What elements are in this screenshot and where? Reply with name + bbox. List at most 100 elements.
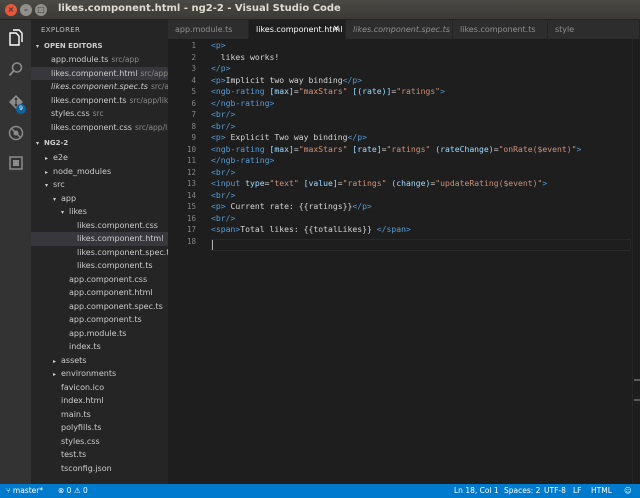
- tab-label: likes.component.ts: [460, 25, 536, 34]
- code-line[interactable]: <p>Implicit two way binding</p>: [211, 75, 362, 85]
- branch-icon: ⑂: [6, 486, 13, 495]
- code-line[interactable]: <ngb-rating [max]="maxStars" [rate]="rat…: [211, 144, 581, 154]
- code-line[interactable]: <br/>: [211, 121, 235, 131]
- open-editors-header[interactable]: ▾ OPEN EDITORS: [31, 39, 168, 53]
- tree-file[interactable]: app.component.css: [31, 273, 168, 287]
- activity-explorer[interactable]: [0, 24, 31, 52]
- window-maximize-button[interactable]: □: [35, 4, 47, 16]
- editor-tab[interactable]: style: [548, 20, 640, 39]
- code-line[interactable]: <br/>: [211, 190, 235, 200]
- code-line[interactable]: </p>: [211, 63, 231, 73]
- tree-file[interactable]: styles.css: [31, 435, 168, 449]
- tree-file[interactable]: favicon.ico: [31, 381, 168, 395]
- open-editor-path: src: [92, 109, 104, 118]
- open-editor-item[interactable]: likes.component.htmlsrc/app/...: [31, 66, 168, 80]
- tree-folder[interactable]: ▸ assets: [31, 354, 168, 368]
- problems-indicator[interactable]: ⊗ 0 ⚠ 0: [58, 484, 88, 498]
- line-ending[interactable]: LF: [573, 484, 582, 498]
- tree-file[interactable]: polyfills.ts: [31, 421, 168, 435]
- tree-file[interactable]: test.ts: [31, 448, 168, 462]
- code-line[interactable]: </ngb-rating>: [211, 155, 274, 165]
- cursor-position[interactable]: Ln 18, Col 1: [454, 484, 499, 498]
- tree-item-label: index.html: [61, 396, 104, 405]
- code-line[interactable]: <span>Total likes: {{totalLikes}} </span…: [211, 224, 411, 234]
- open-editor-name: styles.css: [51, 109, 90, 118]
- tree-folder[interactable]: ▸ e2e: [31, 151, 168, 165]
- tree-file[interactable]: app.component.html: [31, 286, 168, 300]
- open-editor-item[interactable]: likes.component.csssrc/app/l...: [31, 121, 168, 135]
- chevron-down-icon: ▾: [61, 209, 65, 216]
- tree-file[interactable]: index.ts: [31, 340, 168, 354]
- tree-file[interactable]: main.ts: [31, 408, 168, 422]
- tree-file[interactable]: likes.component.ts: [31, 259, 168, 273]
- tree-file[interactable]: app.component.spec.ts: [31, 300, 168, 314]
- line-number: 6: [191, 98, 196, 108]
- tree-folder[interactable]: ▾ likes: [31, 205, 168, 219]
- code-token: "text": [269, 178, 299, 188]
- encoding[interactable]: UTF-8: [544, 484, 566, 498]
- open-editor-item[interactable]: app.module.ts src/app: [31, 53, 168, 67]
- code-line[interactable]: <p> Explicit Two way binding</p>: [211, 132, 367, 142]
- editor-tab[interactable]: app.module.ts: [168, 20, 249, 39]
- activity-search[interactable]: [0, 55, 31, 83]
- code-line[interactable]: <p> Current rate: {{ratings}}</p>: [211, 201, 372, 211]
- close-icon[interactable]: ×: [332, 20, 340, 39]
- code-editor[interactable]: 1 <p> 2 likes works! 3 </p> 4 <p>Implicit two …: [168, 39, 640, 484]
- code-line[interactable]: <br/>: [211, 109, 235, 119]
- open-editor-item[interactable]: styles.css src: [31, 107, 168, 121]
- code-token: </ngb-rating>: [211, 97, 275, 108]
- window-close-button[interactable]: ×: [5, 4, 17, 16]
- code-token: Explicit Two way binding: [225, 132, 348, 142]
- tree-file[interactable]: app.component.ts: [31, 313, 168, 327]
- code-line[interactable]: <p>: [211, 40, 226, 50]
- activity-extensions[interactable]: [0, 149, 31, 177]
- smiley-icon[interactable]: ☺: [624, 484, 632, 498]
- activity-git[interactable]: 9: [0, 88, 31, 116]
- indentation[interactable]: Spaces: 2: [504, 484, 540, 498]
- code-token: <br/>: [211, 120, 236, 131]
- code-line[interactable]: likes works!: [211, 52, 280, 62]
- open-editor-item[interactable]: likes.component.tssrc/app/likes: [31, 94, 168, 108]
- code-token: <br/>: [211, 166, 236, 177]
- tree-folder[interactable]: ▾ src: [31, 178, 168, 192]
- code-line[interactable]: <input type="text" [value]="ratings" (ch…: [211, 178, 547, 188]
- open-editor-path: src/app/...: [140, 68, 168, 78]
- git-branch[interactable]: ⑂ master*: [6, 484, 43, 498]
- search-icon: [8, 62, 22, 77]
- tree-item-label: environments: [61, 369, 117, 378]
- tree-item-label: tsconfig.json: [61, 463, 112, 473]
- vertical-scrollbar[interactable]: [632, 39, 640, 484]
- code-line[interactable]: <ngb-rating [max]="maxStars" [(rate)]="r…: [211, 86, 445, 96]
- tree-folder[interactable]: ▸ node_modules: [31, 165, 168, 179]
- tree-file[interactable]: tsconfig.json: [31, 462, 168, 476]
- tree-item-label: assets: [61, 355, 87, 365]
- line-number: 16: [186, 213, 196, 223]
- tree-file[interactable]: app.module.ts: [31, 327, 168, 341]
- tree-folder[interactable]: ▸ environments: [31, 367, 168, 381]
- code-token: >: [542, 178, 548, 188]
- tree-file[interactable]: likes.component.spec.ts: [31, 246, 168, 260]
- project-header[interactable]: ▾ NG2-2: [31, 136, 168, 150]
- tree-file[interactable]: likes.component.html: [31, 232, 168, 246]
- line-number: 7: [191, 110, 196, 119]
- language-mode[interactable]: HTML: [591, 484, 612, 498]
- code-line[interactable]: <br/>: [211, 167, 235, 177]
- tree-file[interactable]: index.html: [31, 394, 168, 408]
- tree-file[interactable]: likes.component.css: [31, 219, 168, 233]
- code-line[interactable]: </ngb-rating>: [211, 98, 274, 108]
- tree-item-label: polyfills.ts: [61, 423, 102, 432]
- code-token: <ngb-rating: [211, 86, 270, 96]
- line-number: 18: [186, 236, 196, 246]
- window-minimize-button[interactable]: –: [20, 4, 32, 16]
- status-bar: ⑂ master* ⊗ 0 ⚠ 0 Ln 18, Col 1 Spaces: 2…: [0, 484, 640, 498]
- code-line[interactable]: <br/>: [211, 213, 235, 223]
- activity-debug[interactable]: [0, 119, 31, 147]
- editor-tab[interactable]: likes.component.spec.ts: [346, 20, 453, 39]
- code-token: Implicit two way binding: [225, 74, 343, 85]
- tree-item-label: styles.css: [61, 436, 100, 446]
- editor-tab[interactable]: likes.component.ts: [453, 20, 548, 39]
- tree-folder[interactable]: ▾ app: [31, 192, 168, 206]
- tree-item-label: favicon.ico: [61, 382, 105, 392]
- open-editor-item[interactable]: likes.component.spec.tssrc/ap...: [31, 80, 168, 94]
- editor-tab[interactable]: likes.component.html ×: [249, 20, 346, 39]
